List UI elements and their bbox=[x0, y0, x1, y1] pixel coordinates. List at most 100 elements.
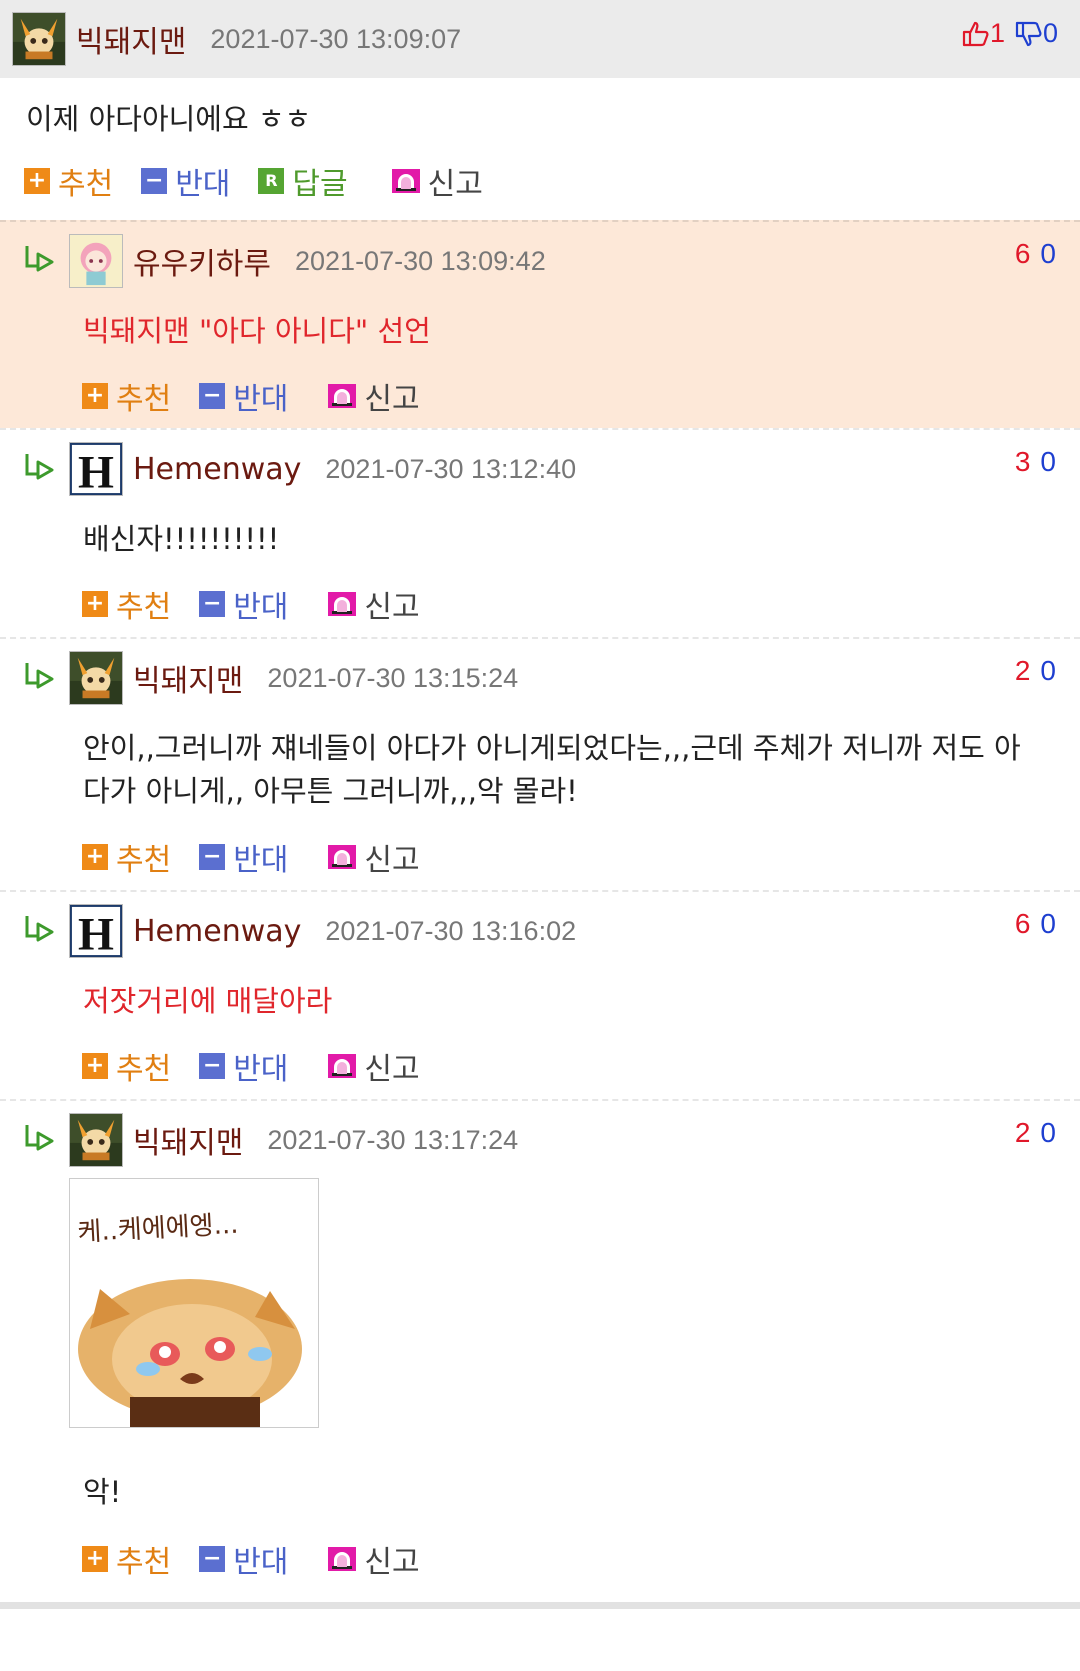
downvote-number[interactable]: 0 bbox=[1040, 238, 1056, 269]
siren-icon bbox=[328, 592, 357, 616]
comment-nickname[interactable]: 빅돼지맨 bbox=[76, 17, 186, 61]
comment-actions: + 추천 − 반대 R 답글 신고 bbox=[0, 142, 1080, 220]
thumbs-down-icon bbox=[1015, 21, 1042, 46]
recommend-label: 추천 bbox=[116, 843, 172, 878]
user-avatar[interactable] bbox=[12, 12, 66, 66]
siren-icon bbox=[328, 845, 357, 869]
oppose-button[interactable]: − 반대 bbox=[199, 582, 288, 626]
oppose-label: 반대 bbox=[233, 590, 289, 625]
reply-text: 저잣거리에 매달아라 bbox=[83, 984, 333, 1018]
reply-actions: + 추천 − 반대 신고 bbox=[82, 835, 448, 879]
sticker-caption: 케..케에에엥... bbox=[77, 1210, 239, 1248]
recommend-button[interactable]: + 추천 bbox=[82, 1537, 171, 1581]
report-button[interactable]: 신고 bbox=[328, 1537, 420, 1581]
oppose-label: 반대 bbox=[233, 382, 289, 417]
reply-actions: + 추천 − 반대 신고 bbox=[82, 582, 448, 626]
reply-header: 유우키하루 2021-07-30 13:09:42 bbox=[69, 234, 546, 288]
user-avatar[interactable]: H bbox=[69, 904, 123, 958]
reply-r-icon: R bbox=[258, 168, 285, 194]
sticker-image[interactable]: 케..케에에엥... bbox=[69, 1178, 319, 1428]
recommend-button[interactable]: + 추천 bbox=[82, 1044, 171, 1088]
user-avatar[interactable] bbox=[69, 651, 123, 705]
reply-nickname[interactable]: Hemenway bbox=[133, 914, 301, 949]
downvote-number[interactable]: 0 bbox=[1040, 908, 1056, 939]
report-label: 신고 bbox=[364, 1052, 420, 1087]
reply-score: 60 bbox=[1015, 908, 1056, 940]
minus-square-icon: − bbox=[199, 1546, 226, 1572]
report-button[interactable]: 신고 bbox=[328, 1044, 420, 1088]
minus-square-icon: − bbox=[141, 168, 168, 194]
report-button[interactable]: 신고 bbox=[391, 159, 483, 203]
oppose-button[interactable]: − 반대 bbox=[199, 835, 288, 879]
upvote-number[interactable]: 2 bbox=[1015, 1117, 1031, 1148]
recommend-label: 추천 bbox=[116, 1052, 172, 1087]
upvote-number[interactable]: 6 bbox=[1015, 238, 1031, 269]
reply-text: 빅돼지맨 "아다 아니다" 선언 bbox=[83, 314, 431, 348]
report-label: 신고 bbox=[364, 382, 420, 417]
reply-score: 20 bbox=[1015, 1117, 1056, 1149]
reply-date: 2021-07-30 13:15:24 bbox=[267, 662, 519, 693]
recommend-label: 추천 bbox=[58, 167, 114, 202]
svg-text:H: H bbox=[78, 446, 114, 496]
report-label: 신고 bbox=[427, 167, 483, 202]
reply-arrow-icon bbox=[25, 663, 54, 689]
reply-nickname[interactable]: Hemenway bbox=[133, 452, 301, 487]
reply-item: 빅돼지맨 2021-07-30 13:17:24 20 케..케에에엥... 악… bbox=[0, 1099, 1080, 1609]
reply-date: 2021-07-30 13:17:24 bbox=[267, 1124, 519, 1155]
downvote-number[interactable]: 0 bbox=[1040, 446, 1056, 477]
crying-character-sticker: 케..케에에엥... bbox=[77, 1210, 302, 1427]
comment-header: 빅돼지맨 2021-07-30 13:09:07 1 0 bbox=[0, 0, 1080, 78]
recommend-button[interactable]: + 추천 bbox=[82, 374, 171, 418]
plus-square-icon: + bbox=[24, 168, 50, 194]
user-avatar[interactable] bbox=[69, 234, 123, 288]
oppose-button[interactable]: − 반대 bbox=[199, 1537, 288, 1581]
report-button[interactable]: 신고 bbox=[328, 835, 420, 879]
oppose-button[interactable]: − 반대 bbox=[141, 159, 230, 203]
reply-score: 20 bbox=[1015, 655, 1056, 687]
oppose-label: 반대 bbox=[233, 1052, 289, 1087]
oppose-button[interactable]: − 반대 bbox=[199, 374, 288, 418]
downvote-number[interactable]: 0 bbox=[1040, 1117, 1056, 1148]
recommend-label: 추천 bbox=[116, 590, 172, 625]
upvote-number[interactable]: 2 bbox=[1015, 655, 1031, 686]
siren-icon bbox=[328, 1054, 357, 1078]
user-avatar[interactable] bbox=[69, 1113, 123, 1167]
upvote-number[interactable]: 6 bbox=[1015, 908, 1031, 939]
reply-actions: + 추천 − 반대 신고 bbox=[82, 1044, 448, 1088]
reply-nickname[interactable]: 빅돼지맨 bbox=[133, 1118, 243, 1162]
upvote-count[interactable]: 1 bbox=[962, 18, 1005, 49]
plus-square-icon: + bbox=[82, 383, 108, 409]
downvote-number: 0 bbox=[1042, 18, 1058, 48]
downvote-number[interactable]: 0 bbox=[1040, 655, 1056, 686]
report-button[interactable]: 신고 bbox=[328, 582, 420, 626]
upvote-number[interactable]: 3 bbox=[1015, 446, 1031, 477]
reply-nickname[interactable]: 유우키하루 bbox=[133, 239, 271, 283]
recommend-button[interactable]: + 추천 bbox=[82, 582, 171, 626]
reply-item: H Hemenway 2021-07-30 13:16:02 60 저잣거리에 … bbox=[0, 890, 1080, 1099]
report-button[interactable]: 신고 bbox=[328, 374, 420, 418]
oppose-label: 반대 bbox=[233, 843, 289, 878]
recommend-label: 추천 bbox=[116, 1545, 172, 1580]
reply-arrow-icon bbox=[25, 454, 54, 480]
reply-date: 2021-07-30 13:16:02 bbox=[325, 915, 577, 946]
user-avatar[interactable]: H bbox=[69, 442, 123, 496]
reply-header: H Hemenway 2021-07-30 13:16:02 bbox=[69, 904, 576, 958]
svg-text:H: H bbox=[78, 908, 114, 958]
reply-nickname[interactable]: 빅돼지맨 bbox=[133, 656, 243, 700]
comment-text: 이제 아다아니에요 ㅎㅎ bbox=[26, 102, 312, 136]
reply-button[interactable]: R 답글 bbox=[258, 159, 348, 203]
divider bbox=[0, 1602, 1080, 1609]
plus-square-icon: + bbox=[82, 591, 108, 617]
reply-header: 빅돼지맨 2021-07-30 13:15:24 bbox=[69, 651, 518, 705]
downvote-count[interactable]: 0 bbox=[1015, 18, 1058, 49]
reply-text: 안이,,그러니까 쟤네들이 아다가 아니게되었다는,,,근데 주체가 저니까 저… bbox=[83, 731, 1021, 808]
oppose-label: 반대 bbox=[233, 1545, 289, 1580]
minus-square-icon: − bbox=[199, 383, 226, 409]
reply-score: 60 bbox=[1015, 238, 1056, 270]
oppose-button[interactable]: − 반대 bbox=[199, 1044, 288, 1088]
recommend-button[interactable]: + 추천 bbox=[82, 835, 171, 879]
siren-icon bbox=[328, 1547, 357, 1571]
plus-square-icon: + bbox=[82, 1053, 108, 1079]
recommend-button[interactable]: + 추천 bbox=[24, 159, 113, 203]
reply-text: 악! bbox=[83, 1475, 122, 1509]
